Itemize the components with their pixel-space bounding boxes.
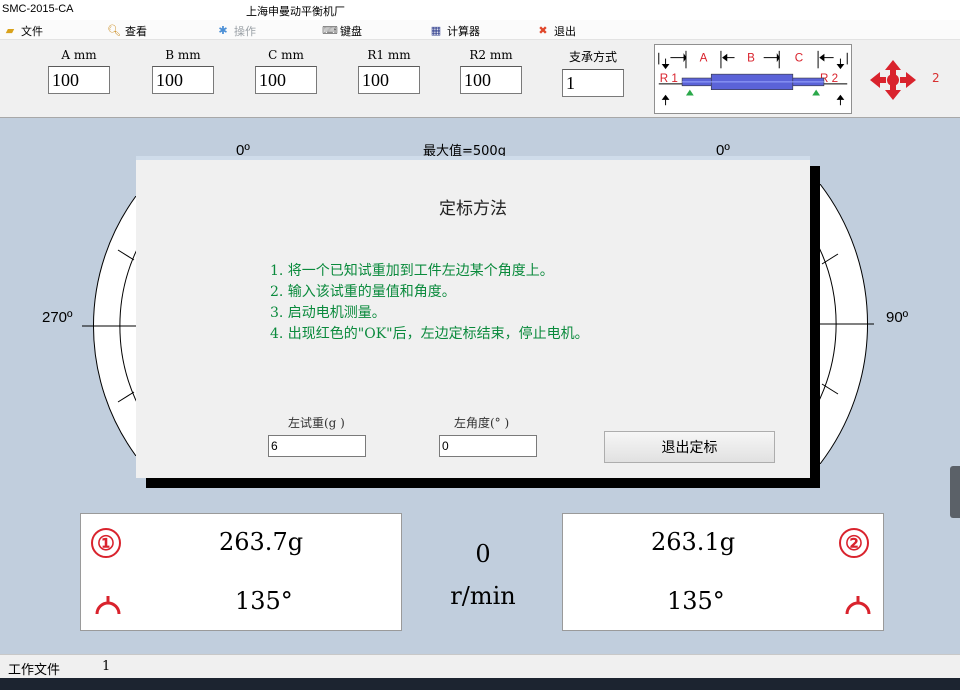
param-c: C mm: [255, 48, 317, 94]
menu-exit-label: 退出: [554, 25, 576, 38]
param-support: 支承方式: [562, 48, 624, 97]
magnifier-icon: 🔍︎: [107, 24, 121, 37]
param-c-input[interactable]: [255, 66, 317, 94]
speed-value: 0: [475, 540, 491, 568]
left-dial-side-angle: 270º: [42, 309, 73, 326]
parameter-panel: A mm B mm C mm R1 mm R2 mm 支承方式: [0, 40, 960, 118]
param-support-input[interactable]: [562, 69, 624, 97]
right-result-panel: 263.1g ② 135°: [562, 513, 884, 631]
menu-keyboard[interactable]: ⌨ 键盘: [322, 23, 362, 39]
folder-icon: ▰: [5, 24, 15, 37]
param-c-label: C mm: [268, 48, 304, 62]
calibration-step: 4. 出现红色的"OK"后，左边定标结束，停止电机。: [270, 326, 589, 342]
speed-unit: r/min: [450, 582, 516, 610]
left-support-icon: [685, 89, 694, 96]
exit-calibration-button[interactable]: 退出定标: [604, 431, 775, 463]
right-dial-side-angle: 90º: [886, 309, 909, 326]
menu-file[interactable]: ▰ 文件: [3, 23, 43, 39]
calibration-step: 3. 启动电机测量。: [270, 305, 386, 321]
menu-exit[interactable]: ✖ 退出: [536, 23, 576, 39]
dialog-title: 定标方法: [439, 199, 507, 219]
left-weight-value: 263.7g: [219, 528, 304, 556]
param-r1: R1 mm: [358, 48, 420, 94]
param-b-label: B mm: [165, 48, 201, 62]
menu-operate-label: 操作: [234, 25, 256, 38]
menu-view[interactable]: 🔍︎ 查看: [107, 23, 147, 39]
direction-arrows-icon[interactable]: [868, 58, 918, 102]
menu-bar: ▰ 文件 🔍︎ 查看 ✱ 操作 ⌨ 键盘 ▦ 计算器 ✖ 退出: [0, 20, 960, 40]
diagram-label-b: B: [747, 52, 755, 65]
left-weight-label: 左试重(g ): [288, 416, 345, 430]
param-b: B mm: [152, 48, 214, 94]
left-angle-input[interactable]: [439, 435, 537, 457]
menu-calculator-label: 计算器: [447, 25, 480, 38]
diagram-label-c: C: [795, 52, 803, 65]
left-angle-value: 135°: [235, 587, 293, 615]
menu-file-label: 文件: [21, 25, 43, 38]
calibration-step: 1. 将一个已知试重加到工件左边某个角度上。: [270, 263, 554, 279]
param-r1-label: R1 mm: [367, 48, 411, 62]
param-a-label: A mm: [61, 48, 97, 62]
left-arc-icon: [95, 596, 121, 615]
work-file-value: 1: [102, 659, 111, 674]
factory-name: 上海申曼动平衡机厂: [246, 5, 345, 18]
param-support-label: 支承方式: [568, 50, 617, 64]
param-b-input[interactable]: [152, 66, 214, 94]
param-r1-input[interactable]: [358, 66, 420, 94]
title-bar: SMC-2015-CA 上海申曼动平衡机厂: [0, 0, 960, 20]
calculator-icon: ▦: [430, 24, 442, 37]
menu-view-label: 查看: [125, 25, 147, 38]
side-scroll-handle[interactable]: [950, 466, 960, 518]
menu-keyboard-label: 键盘: [340, 25, 362, 38]
exit-icon: ✖: [538, 24, 548, 37]
rotor-support-diagram[interactable]: A B C R 1 R 2: [654, 44, 852, 114]
taskbar: [0, 678, 960, 690]
diagram-label-a: A: [700, 52, 708, 65]
param-r2-input[interactable]: [460, 66, 522, 94]
keyboard-icon: ⌨: [322, 24, 338, 37]
param-r2: R2 mm: [460, 48, 522, 94]
param-a-input[interactable]: [48, 66, 110, 94]
left-weight-input[interactable]: [268, 435, 366, 457]
calibration-steps: 1. 将一个已知试重加到工件左边某个角度上。 2. 输入该试重的量值和角度。 3…: [270, 261, 589, 345]
right-angle-value: 135°: [667, 587, 725, 615]
right-arc-icon: [845, 596, 871, 615]
right-plane-marker: ②: [839, 528, 869, 558]
left-result-panel: ① 263.7g 135°: [80, 513, 402, 631]
support-count: 2: [932, 71, 940, 85]
left-plane-marker: ①: [91, 528, 121, 558]
param-r2-label: R2 mm: [469, 48, 513, 62]
menu-operate[interactable]: ✱ 操作: [216, 23, 256, 39]
work-file-label: 工作文件: [8, 663, 61, 678]
calibration-dialog: 定标方法 1. 将一个已知试重加到工件左边某个角度上。 2. 输入该试重的量值和…: [136, 156, 810, 478]
right-support-icon: [812, 89, 821, 96]
status-bar: 工作文件 1: [0, 654, 960, 678]
calibration-step: 2. 输入该试重的量值和角度。: [270, 284, 456, 300]
app-name: SMC-2015-CA: [2, 3, 74, 15]
diagram-label-r1: R 1: [660, 72, 678, 85]
param-a: A mm: [48, 48, 110, 94]
gear-icon: ✱: [218, 24, 228, 37]
right-weight-value: 263.1g: [651, 528, 736, 556]
left-angle-label: 左角度(° ): [454, 416, 510, 430]
menu-calculator[interactable]: ▦ 计算器: [429, 23, 480, 39]
